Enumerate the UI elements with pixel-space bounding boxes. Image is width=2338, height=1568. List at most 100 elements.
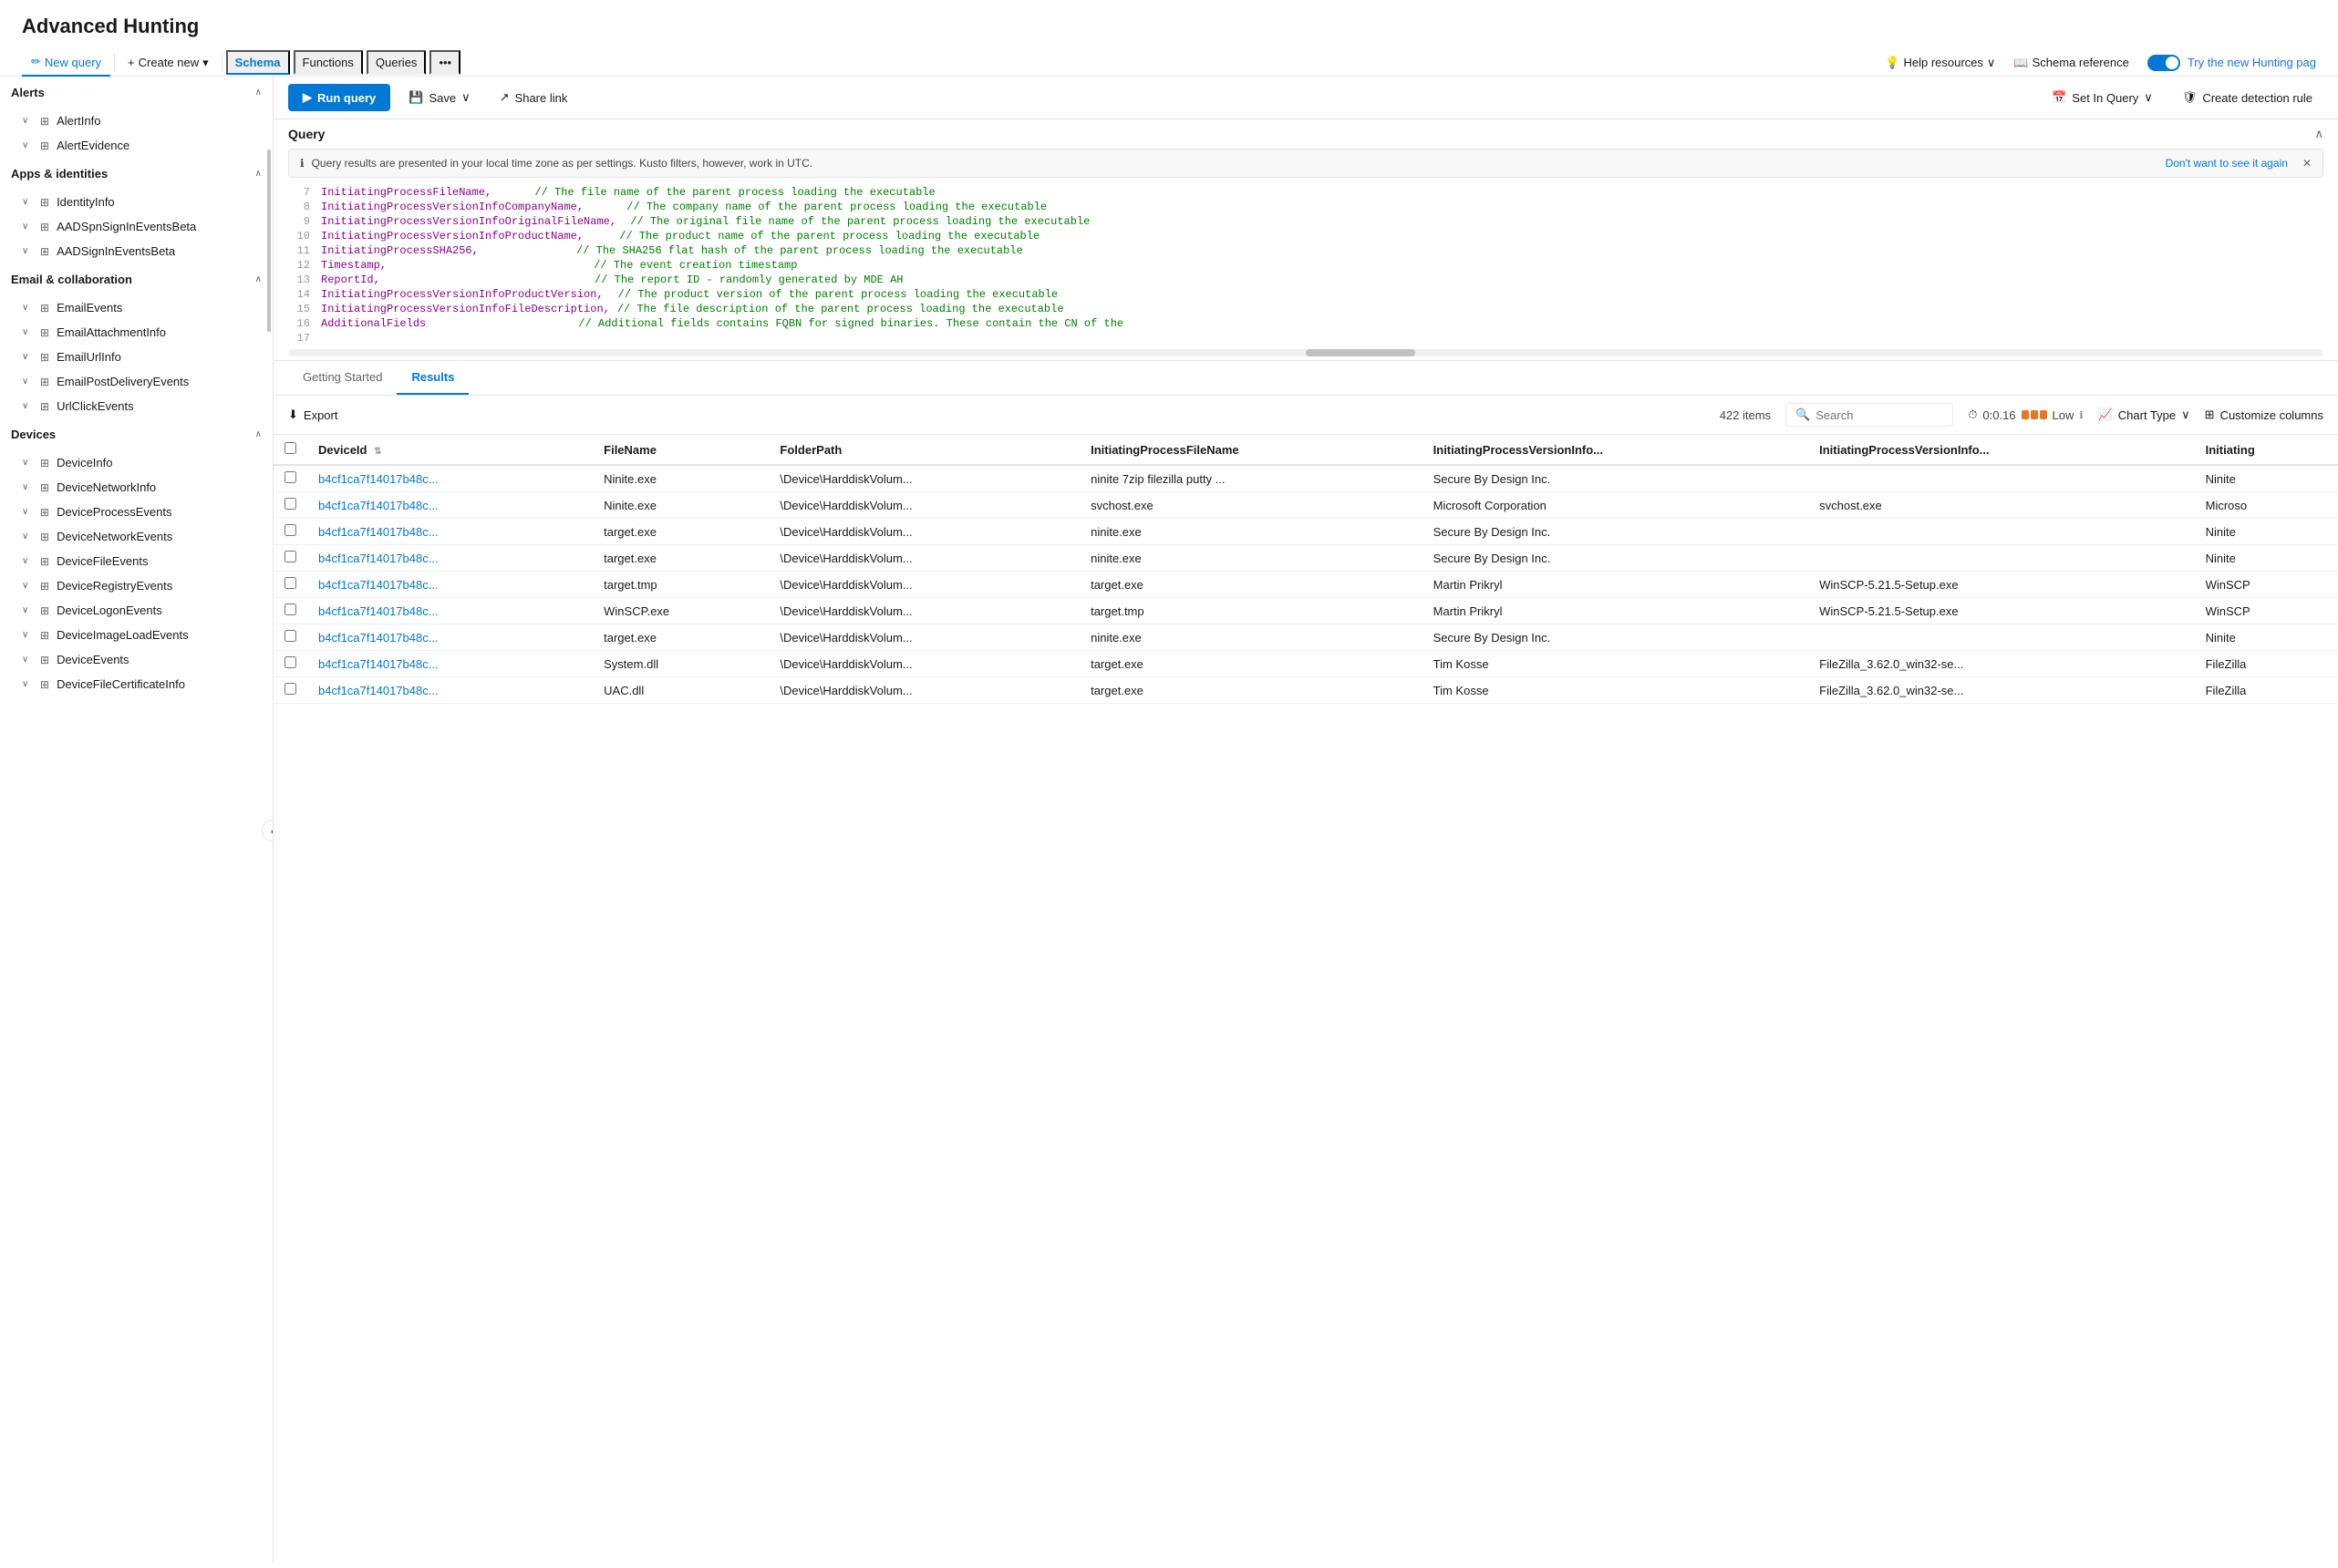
customize-columns-button[interactable]: ⊞ Customize columns bbox=[2205, 407, 2323, 422]
device-id-link[interactable]: b4cf1ca7f14017b48c... bbox=[318, 499, 439, 512]
sidebar-item-alertinfo[interactable]: ∨ ⊞ AlertInfo ⋮ bbox=[0, 108, 273, 133]
sidebar-item-emailurl[interactable]: ∨ ⊞ EmailUrlInfo ⋮ bbox=[0, 345, 273, 369]
table-icon11: ⊞ bbox=[40, 457, 49, 469]
sidebar-item-deviceevents[interactable]: ∨ ⊞ DeviceEvents ⋮ bbox=[0, 647, 273, 672]
table-icon10: ⊞ bbox=[40, 400, 49, 413]
new-hunting-toggle[interactable] bbox=[2147, 55, 2180, 71]
run-query-button[interactable]: ▶ Run query bbox=[288, 84, 390, 111]
create-detection-rule-button[interactable]: 🛡 Create detection rule bbox=[2171, 85, 2323, 110]
content-area: ▶ Run query 💾 Save ∨ ↗ Share link 📅 Set … bbox=[274, 77, 2338, 1563]
device-id-link[interactable]: b4cf1ca7f14017b48c... bbox=[318, 525, 439, 539]
sidebar-item-devicenetworkevents[interactable]: ∨ ⊞ DeviceNetworkEvents ⋮ bbox=[0, 524, 273, 549]
device-id-link[interactable]: b4cf1ca7f14017b48c... bbox=[318, 578, 439, 592]
sidebar-item-deviceimageload[interactable]: ∨ ⊞ DeviceImageLoadEvents ⋮ bbox=[0, 623, 273, 647]
sidebar-item-deviceprocessevents[interactable]: ∨ ⊞ DeviceProcessEvents ⋮ bbox=[0, 500, 273, 524]
set-in-query-button[interactable]: 📅 Set In Query ∨ bbox=[2041, 85, 2164, 110]
search-input[interactable] bbox=[1816, 408, 1943, 422]
sidebar-item-emailevents[interactable]: ∨ ⊞ EmailEvents ⋮ bbox=[0, 295, 273, 320]
col-deviceid[interactable]: DeviceId ⇅ bbox=[307, 435, 593, 465]
section-alerts[interactable]: Alerts ∧ bbox=[0, 77, 273, 108]
cell-initiating-filename: target.tmp bbox=[1080, 598, 1422, 624]
cell-filename: Ninite.exe bbox=[593, 492, 769, 519]
row-checkbox[interactable] bbox=[284, 656, 296, 668]
main-layout: ‹ Alerts ∧ ∨ ⊞ AlertInfo ⋮ ∨ ⊞ AlertEvid… bbox=[0, 77, 2338, 1563]
device-id-link[interactable]: b4cf1ca7f14017b48c... bbox=[318, 631, 439, 645]
create-new-button[interactable]: + Create new ▾ bbox=[119, 50, 218, 76]
code-line-14: 14 InitiatingProcessVersionInfoProductVe… bbox=[288, 287, 2323, 302]
sidebar-scrollbar[interactable] bbox=[267, 150, 271, 332]
chart-icon: 📈 bbox=[2098, 407, 2113, 422]
select-all-checkbox[interactable] bbox=[284, 442, 296, 454]
sidebar-item-deviceinfo[interactable]: ∨ ⊞ DeviceInfo ⋮ bbox=[0, 450, 273, 475]
col-filename[interactable]: FileName bbox=[593, 435, 769, 465]
sidebar-item-devicelogon[interactable]: ∨ ⊞ DeviceLogonEvents ⋮ bbox=[0, 598, 273, 623]
tab-results[interactable]: Results bbox=[397, 361, 469, 395]
row-checkbox[interactable] bbox=[284, 471, 296, 483]
schema-reference-link[interactable]: 📖 Schema reference bbox=[2013, 56, 2128, 70]
new-query-button[interactable]: ✏ New query bbox=[22, 49, 110, 77]
sidebar-item-alertevidence[interactable]: ∨ ⊞ AlertEvidence ⋮ bbox=[0, 133, 273, 158]
dont-show-link[interactable]: Don't want to see it again bbox=[2166, 157, 2288, 170]
save-button[interactable]: 💾 Save ∨ bbox=[398, 85, 481, 110]
sidebar-item-emailattachment[interactable]: ∨ ⊞ EmailAttachmentInfo ⋮ bbox=[0, 320, 273, 345]
col-folderpath[interactable]: FolderPath bbox=[769, 435, 1080, 465]
col-initiating-process-filename[interactable]: InitiatingProcessFileName bbox=[1080, 435, 1422, 465]
close-banner-button[interactable]: ✕ bbox=[2302, 157, 2312, 170]
device-id-link[interactable]: b4cf1ca7f14017b48c... bbox=[318, 684, 439, 697]
tab-functions[interactable]: Functions bbox=[294, 50, 363, 75]
tab-queries[interactable]: Queries bbox=[367, 50, 427, 75]
sidebar-item-aadsign[interactable]: ∨ ⊞ AADSignInEventsBeta ⋮ bbox=[0, 239, 273, 263]
tab-schema[interactable]: Schema bbox=[226, 50, 290, 75]
sidebar-item-urlclick[interactable]: ∨ ⊞ UrlClickEvents ⋮ bbox=[0, 394, 273, 418]
col-version-info1[interactable]: InitiatingProcessVersionInfo... bbox=[1422, 435, 1808, 465]
chart-type-button[interactable]: 📈 Chart Type ∨ bbox=[2098, 407, 2190, 422]
cell-version-info1: Secure By Design Inc. bbox=[1422, 624, 1808, 651]
row-checkbox[interactable] bbox=[284, 603, 296, 615]
table-icon6: ⊞ bbox=[40, 302, 49, 315]
help-resources-link[interactable]: 💡 Help resources ∨ bbox=[1885, 56, 1995, 70]
row-checkbox[interactable] bbox=[284, 683, 296, 695]
row-checkbox-cell bbox=[274, 598, 307, 624]
sidebar-item-devicefileevents[interactable]: ∨ ⊞ DeviceFileEvents ⋮ bbox=[0, 549, 273, 573]
col-version-info2[interactable]: InitiatingProcessVersionInfo... bbox=[1808, 435, 2194, 465]
col-initiating[interactable]: Initiating bbox=[2195, 435, 2338, 465]
bar1 bbox=[2022, 410, 2029, 419]
row-checkbox[interactable] bbox=[284, 577, 296, 589]
sidebar-item-identityinfo[interactable]: ∨ ⊞ IdentityInfo ⋮ bbox=[0, 190, 273, 214]
code-line-7: 7 InitiatingProcessFileName, // The file… bbox=[288, 185, 2323, 200]
sidebar-item-devicefilecert[interactable]: ∨ ⊞ DeviceFileCertificateInfo ⋮ bbox=[0, 672, 273, 696]
device-id-link[interactable]: b4cf1ca7f14017b48c... bbox=[318, 657, 439, 671]
row-checkbox-cell bbox=[274, 572, 307, 598]
tab-more[interactable]: ••• bbox=[429, 50, 460, 75]
code-editor[interactable]: 7 InitiatingProcessFileName, // The file… bbox=[274, 185, 2338, 346]
sidebar-item-devicenetworkinfo[interactable]: ∨ ⊞ DeviceNetworkInfo ⋮ bbox=[0, 475, 273, 500]
export-button[interactable]: ⬇ Export bbox=[288, 407, 337, 422]
device-id-link[interactable]: b4cf1ca7f14017b48c... bbox=[318, 472, 439, 486]
row-checkbox[interactable] bbox=[284, 498, 296, 510]
row-checkbox[interactable] bbox=[284, 551, 296, 562]
cell-filename: UAC.dll bbox=[593, 677, 769, 704]
row-checkbox[interactable] bbox=[284, 630, 296, 642]
chevron-alerts: ∧ bbox=[255, 88, 262, 98]
horizontal-scrollbar[interactable] bbox=[288, 349, 2323, 356]
row-checkbox[interactable] bbox=[284, 524, 296, 536]
sidebar-item-aadspn[interactable]: ∨ ⊞ AADSpnSignInEventsBeta ⋮ bbox=[0, 214, 273, 239]
code-line-17: 17 bbox=[288, 331, 2323, 346]
device-id-link[interactable]: b4cf1ca7f14017b48c... bbox=[318, 604, 439, 618]
sidebar-item-emailpost[interactable]: ∨ ⊞ EmailPostDeliveryEvents ⋮ bbox=[0, 369, 273, 394]
cell-initiating: Ninite bbox=[2195, 465, 2338, 492]
cell-initiating-filename: ninite 7zip filezilla putty ... bbox=[1080, 465, 1422, 492]
cell-folderpath: \Device\HarddiskVolum... bbox=[769, 677, 1080, 704]
sidebar-item-deviceregistryevents[interactable]: ∨ ⊞ DeviceRegistryEvents ⋮ bbox=[0, 573, 273, 598]
tab-getting-started[interactable]: Getting Started bbox=[288, 361, 397, 395]
collapse-sidebar-button[interactable]: ‹ bbox=[262, 820, 274, 841]
section-devices[interactable]: Devices ∧ bbox=[0, 418, 273, 450]
cell-folderpath: \Device\HarddiskVolum... bbox=[769, 492, 1080, 519]
section-apps-identities[interactable]: Apps & identities ∧ bbox=[0, 158, 273, 190]
cell-version-info2: FileZilla_3.62.0_win32-se... bbox=[1808, 651, 2194, 677]
section-email[interactable]: Email & collaboration ∧ bbox=[0, 263, 273, 295]
share-link-button[interactable]: ↗ Share link bbox=[489, 85, 579, 110]
cell-initiating: FileZilla bbox=[2195, 677, 2338, 704]
query-collapse-button[interactable]: ∧ bbox=[2314, 127, 2323, 141]
device-id-link[interactable]: b4cf1ca7f14017b48c... bbox=[318, 552, 439, 565]
